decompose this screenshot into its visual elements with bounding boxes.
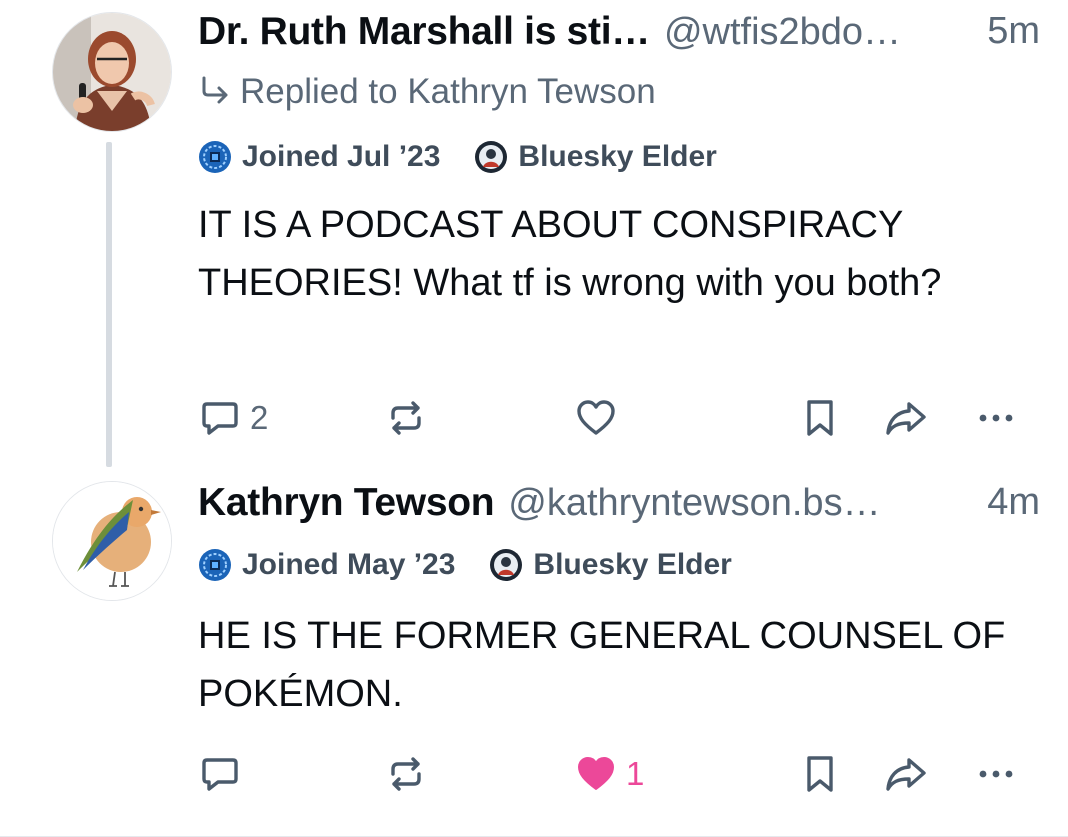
elder-badge[interactable]: Bluesky Elder [474, 140, 717, 174]
avatar-bird-illustration [53, 482, 171, 600]
elder-badge[interactable]: Bluesky Elder [489, 548, 732, 582]
repost-icon [391, 401, 421, 435]
heart-outline-icon [577, 400, 615, 435]
reply-bubble-icon [202, 402, 238, 435]
like-count: 1 [626, 755, 645, 792]
like-button[interactable] [574, 393, 626, 443]
repost-icon [391, 757, 421, 791]
author-handle[interactable]: @wtfis2bdo… [664, 11, 901, 53]
repost-button[interactable] [384, 393, 428, 443]
repost-button[interactable] [384, 749, 428, 799]
elder-badge-icon [490, 549, 523, 581]
reply-button[interactable]: 2 [198, 393, 268, 443]
heart-filled-icon [578, 757, 614, 790]
more-dots-icon [979, 414, 1013, 422]
author-handle[interactable]: @kathryntewson.bs… [508, 482, 880, 524]
profile-badges: Joined Jul ’23 Bluesky Elder [198, 137, 751, 177]
profile-badges: Joined May ’23 Bluesky Elder [198, 545, 766, 585]
reply-button[interactable] [198, 749, 250, 799]
bookmark-icon [807, 756, 833, 792]
thread-connector-line [106, 142, 112, 467]
post-actions: 1 [198, 749, 1028, 799]
post-actions: 2 [198, 393, 1028, 443]
replied-to-line[interactable]: Replied to Kathryn Tewson [198, 72, 656, 112]
more-options-button[interactable] [974, 749, 1018, 799]
elder-badge-label: Bluesky Elder [518, 140, 717, 173]
elder-badge-label: Bluesky Elder [533, 548, 732, 581]
joined-badge[interactable]: Joined May ’23 [198, 548, 455, 582]
post-kathryn-tewson[interactable]: Kathryn Tewson @kathryntewson.bs… 4m Join… [0, 470, 1068, 837]
joined-badge[interactable]: Joined Jul ’23 [198, 140, 440, 174]
bookmark-icon [807, 400, 833, 436]
bookmark-button[interactable] [798, 393, 842, 443]
joined-badge-icon [199, 141, 231, 173]
joined-badge-label: Joined Jul ’23 [242, 140, 441, 173]
avatar[interactable] [52, 12, 172, 132]
elder-badge-icon [475, 141, 508, 173]
joined-badge-label: Joined May ’23 [242, 548, 456, 581]
post-ruth-marshall[interactable]: Dr. Ruth Marshall is sti… @wtfis2bdo… 5m … [0, 0, 1068, 470]
avatar[interactable] [52, 481, 172, 601]
more-options-button[interactable] [974, 393, 1018, 443]
bookmark-button[interactable] [798, 749, 842, 799]
reply-arrow-icon [202, 76, 228, 104]
post-header: Dr. Ruth Marshall is sti… @wtfis2bdo… 5m [198, 10, 1040, 60]
avatar-photo-woman [53, 13, 171, 131]
reply-count: 2 [250, 399, 269, 436]
joined-badge-icon [199, 549, 231, 581]
post-text: HE IS THE FORMER GENERAL COUNSEL OF POKÉ… [198, 615, 1006, 715]
share-button[interactable] [884, 393, 928, 443]
author-display-name[interactable]: Kathryn Tewson [198, 481, 495, 524]
share-arrow-icon [886, 758, 926, 791]
share-button[interactable] [884, 749, 928, 799]
replied-to-text: Replied to Kathryn Tewson [240, 72, 656, 111]
post-timestamp[interactable]: 5m [987, 10, 1040, 53]
post-timestamp[interactable]: 4m [987, 481, 1040, 524]
post-header: Kathryn Tewson @kathryntewson.bs… 4m [198, 481, 1040, 531]
like-button[interactable]: 1 [574, 749, 644, 799]
reply-bubble-icon [202, 758, 238, 791]
more-dots-icon [979, 770, 1013, 778]
author-display-name[interactable]: Dr. Ruth Marshall is sti… [198, 10, 650, 53]
post-text: IT IS A PODCAST ABOUT CONSPIRACY THEORIE… [198, 204, 942, 304]
share-arrow-icon [886, 402, 926, 435]
